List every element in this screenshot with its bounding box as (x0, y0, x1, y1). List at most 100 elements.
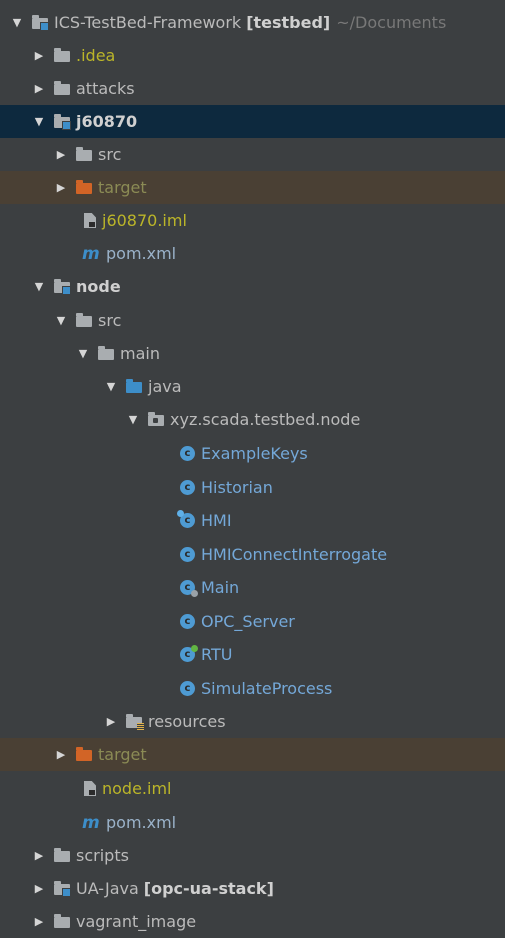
folder-icon (76, 313, 92, 327)
class-runnable-icon: c (180, 580, 198, 597)
package-icon (148, 412, 164, 426)
tree-item-node-pom[interactable]: m pom.xml (0, 806, 505, 839)
chevron-right-icon[interactable]: ▶ (32, 82, 46, 95)
folder-icon (98, 346, 114, 360)
tree-item-j60870-target[interactable]: ▶ target (0, 171, 505, 204)
chevron-down-icon[interactable]: ▼ (32, 115, 46, 128)
tree-item-class-opc-server[interactable]: c OPC_Server (0, 605, 505, 638)
tree-item-j60870-iml[interactable]: j60870.iml (0, 204, 505, 237)
tree-item-node-iml[interactable]: node.iml (0, 772, 505, 805)
chevron-right-icon[interactable]: ▶ (32, 882, 46, 895)
maven-icon: m (82, 812, 100, 833)
tree-item-label: Historian (201, 478, 273, 497)
tree-item-label: OPC_Server (201, 612, 295, 631)
class-icon: c (180, 547, 195, 562)
tree-item-label: UA-Java (76, 879, 139, 898)
tree-item-label: Main (201, 578, 240, 597)
source-folder-icon (126, 379, 142, 393)
tree-item-scripts[interactable]: ▶ scripts (0, 839, 505, 872)
class-run-icon: c (180, 645, 198, 662)
tree-item-label: vagrant_image (76, 912, 197, 931)
tree-item-label: ExampleKeys (201, 444, 308, 463)
tree-item-label: java (148, 377, 182, 396)
class-icon: c (180, 446, 195, 461)
tree-item-class-hmiconnectinterrogate[interactable]: c HMIConnectInterrogate (0, 538, 505, 571)
chevron-right-icon[interactable]: ▶ (32, 849, 46, 862)
tree-item-label: src (98, 311, 122, 330)
tree-item-ua-java[interactable]: ▶ UA-Java [opc-ua-stack] (0, 872, 505, 905)
chevron-right-icon[interactable]: ▶ (54, 181, 68, 194)
tree-item-label: SimulateProcess (201, 679, 333, 698)
iml-file-icon (84, 781, 96, 796)
tree-item-node-main[interactable]: ▼ main (0, 337, 505, 370)
tree-item-resources[interactable]: ▶ resources (0, 705, 505, 738)
tree-item-label: .idea (76, 46, 116, 65)
tree-item-label: node (76, 277, 121, 296)
tree-item-class-hmi[interactable]: c HMI (0, 504, 505, 537)
module-folder-icon (32, 15, 49, 31)
tree-item-label: attacks (76, 79, 135, 98)
tree-item-node-src[interactable]: ▼ src (0, 304, 505, 337)
root-project-name: ICS-TestBed-Framework (54, 13, 242, 32)
module-name: [opc-ua-stack] (143, 879, 274, 898)
tree-item-label: xyz.scada.testbed.node (170, 410, 361, 429)
tree-item-label: node.iml (102, 779, 172, 798)
module-folder-icon (54, 279, 71, 295)
chevron-right-icon[interactable]: ▶ (54, 148, 68, 161)
excluded-folder-icon (76, 747, 92, 761)
project-tree: ▼ ICS-TestBed-Framework [testbed] ~/Docu… (0, 0, 505, 938)
folder-icon (76, 147, 92, 161)
tree-item-label: HMIConnectInterrogate (201, 545, 388, 564)
tree-item-label: scripts (76, 846, 129, 865)
tree-item-label: target (98, 745, 147, 764)
tree-item-class-historian[interactable]: c Historian (0, 471, 505, 504)
class-modified-icon: c (177, 510, 195, 528)
maven-icon: m (82, 243, 100, 264)
tree-item-class-main[interactable]: c Main (0, 571, 505, 604)
chevron-down-icon[interactable]: ▼ (10, 16, 24, 29)
tree-item-class-examplekeys[interactable]: c ExampleKeys (0, 437, 505, 470)
root-path: ~/Documents (336, 13, 447, 32)
tree-item-j60870[interactable]: ▼ j60870 (0, 105, 505, 138)
chevron-right-icon[interactable]: ▶ (104, 715, 118, 728)
chevron-down-icon[interactable]: ▼ (54, 314, 68, 327)
resources-folder-icon (126, 714, 144, 730)
tree-item-j60870-pom[interactable]: m pom.xml (0, 237, 505, 270)
tree-item-j60870-src[interactable]: ▶ src (0, 138, 505, 171)
module-folder-icon (54, 881, 71, 897)
chevron-right-icon[interactable]: ▶ (54, 748, 68, 761)
chevron-down-icon[interactable]: ▼ (126, 413, 140, 426)
tree-item-label: j60870 (76, 112, 138, 131)
class-icon: c (180, 681, 195, 696)
chevron-right-icon[interactable]: ▶ (32, 49, 46, 62)
tree-item-label: pom.xml (106, 813, 177, 832)
tree-item-root[interactable]: ▼ ICS-TestBed-Framework [testbed] ~/Docu… (0, 6, 505, 39)
tree-item-label: j60870.iml (102, 211, 187, 230)
chevron-down-icon[interactable]: ▼ (76, 347, 90, 360)
chevron-down-icon[interactable]: ▼ (32, 280, 46, 293)
tree-item-idea[interactable]: ▶ .idea (0, 39, 505, 72)
folder-icon (54, 48, 70, 62)
tree-item-label: HMI (201, 511, 232, 530)
tree-item-label: resources (148, 712, 226, 731)
class-icon: c (180, 614, 195, 629)
tree-item-vagrant-image[interactable]: ▶ vagrant_image (0, 905, 505, 938)
folder-icon (54, 81, 70, 95)
tree-item-label: src (98, 145, 122, 164)
tree-item-label: target (98, 178, 147, 197)
tree-item-class-rtu[interactable]: c RTU (0, 638, 505, 671)
class-icon: c (180, 480, 195, 495)
tree-item-label: RTU (201, 645, 233, 664)
folder-icon (54, 848, 70, 862)
tree-item-node-java[interactable]: ▼ java (0, 370, 505, 403)
tree-item-node-target[interactable]: ▶ target (0, 738, 505, 771)
excluded-folder-icon (76, 180, 92, 194)
tree-item-class-simulateprocess[interactable]: c SimulateProcess (0, 672, 505, 705)
folder-icon (54, 914, 70, 928)
chevron-down-icon[interactable]: ▼ (104, 380, 118, 393)
tree-item-node[interactable]: ▼ node (0, 270, 505, 303)
chevron-right-icon[interactable]: ▶ (32, 915, 46, 928)
iml-file-icon (84, 213, 96, 228)
tree-item-attacks[interactable]: ▶ attacks (0, 72, 505, 105)
tree-item-package[interactable]: ▼ xyz.scada.testbed.node (0, 403, 505, 436)
